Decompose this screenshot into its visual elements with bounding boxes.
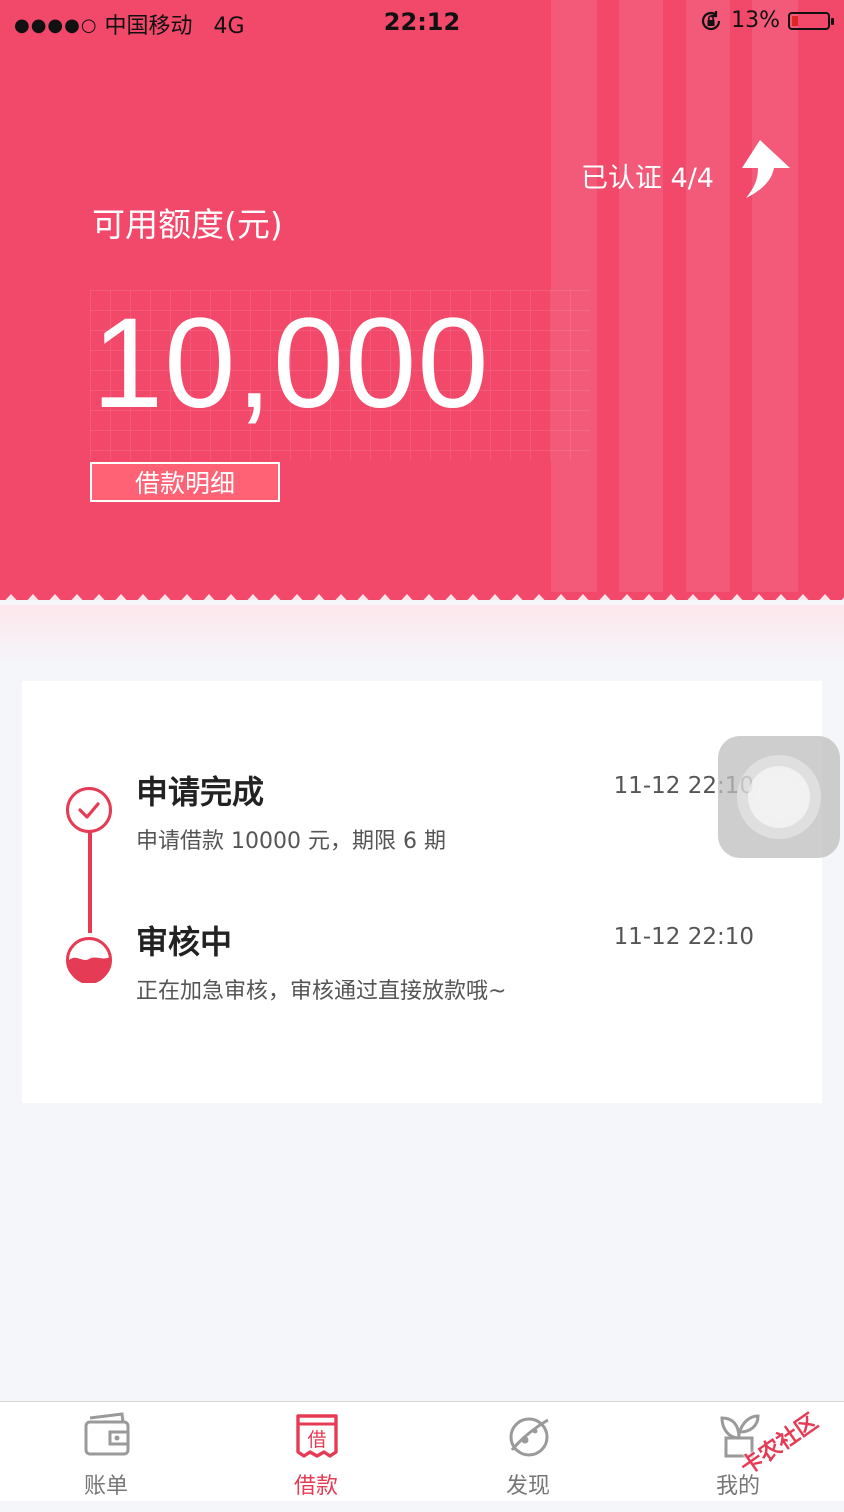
wallet-icon bbox=[84, 1412, 130, 1456]
status-bar: ●●●●○ 中国移动 4G 22:12 13% bbox=[0, 0, 844, 44]
tab-discover[interactable]: 发现 bbox=[468, 1402, 588, 1501]
tab-bill[interactable]: 账单 bbox=[46, 1402, 166, 1501]
loan-progress-card: 申请完成 11-12 22:10 申请借款 10000 元，期限 6 期 审核中… bbox=[22, 681, 822, 1103]
tab-label: 发现 bbox=[505, 1474, 550, 1499]
step-timestamp: 11-12 22:10 bbox=[613, 924, 754, 950]
step-description: 正在加急审核，审核通过直接放款哦~ bbox=[136, 979, 507, 1004]
step-description: 申请借款 10000 元，期限 6 期 bbox=[136, 829, 446, 854]
certification-status[interactable]: 已认证 4/4 bbox=[581, 156, 714, 195]
step-title: 申请完成 bbox=[136, 773, 265, 811]
battery-percentage: 13% bbox=[731, 8, 780, 33]
tab-bar: 账单 借 借款 发现 我的 bbox=[0, 1401, 844, 1501]
tab-loan[interactable]: 借 借款 bbox=[256, 1402, 376, 1501]
step-complete-check-icon bbox=[66, 787, 112, 833]
decorative-stripe bbox=[619, 0, 663, 592]
zigzag-edge bbox=[5, 594, 844, 600]
assistive-touch-button[interactable] bbox=[718, 736, 840, 858]
available-limit-amount: 10,000 bbox=[92, 292, 490, 435]
battery-icon bbox=[788, 11, 834, 30]
rotation-lock-icon bbox=[702, 10, 721, 30]
loan-details-button[interactable]: 借款明细 bbox=[90, 462, 280, 502]
loan-icon: 借 bbox=[296, 1414, 338, 1458]
available-limit-label: 可用额度(元) bbox=[92, 205, 283, 244]
step-in-progress-icon bbox=[66, 937, 112, 983]
planet-icon bbox=[509, 1417, 549, 1457]
decorative-stripe bbox=[686, 0, 730, 592]
svg-text:借: 借 bbox=[307, 1429, 326, 1451]
timeline-connector bbox=[88, 817, 92, 933]
step-title: 审核中 bbox=[136, 923, 233, 961]
tab-label: 借款 bbox=[293, 1474, 338, 1499]
tab-label: 账单 bbox=[83, 1474, 128, 1499]
upgrade-arrow-icon[interactable] bbox=[736, 138, 794, 200]
decorative-stripe bbox=[752, 0, 798, 592]
header-fade bbox=[0, 605, 844, 665]
